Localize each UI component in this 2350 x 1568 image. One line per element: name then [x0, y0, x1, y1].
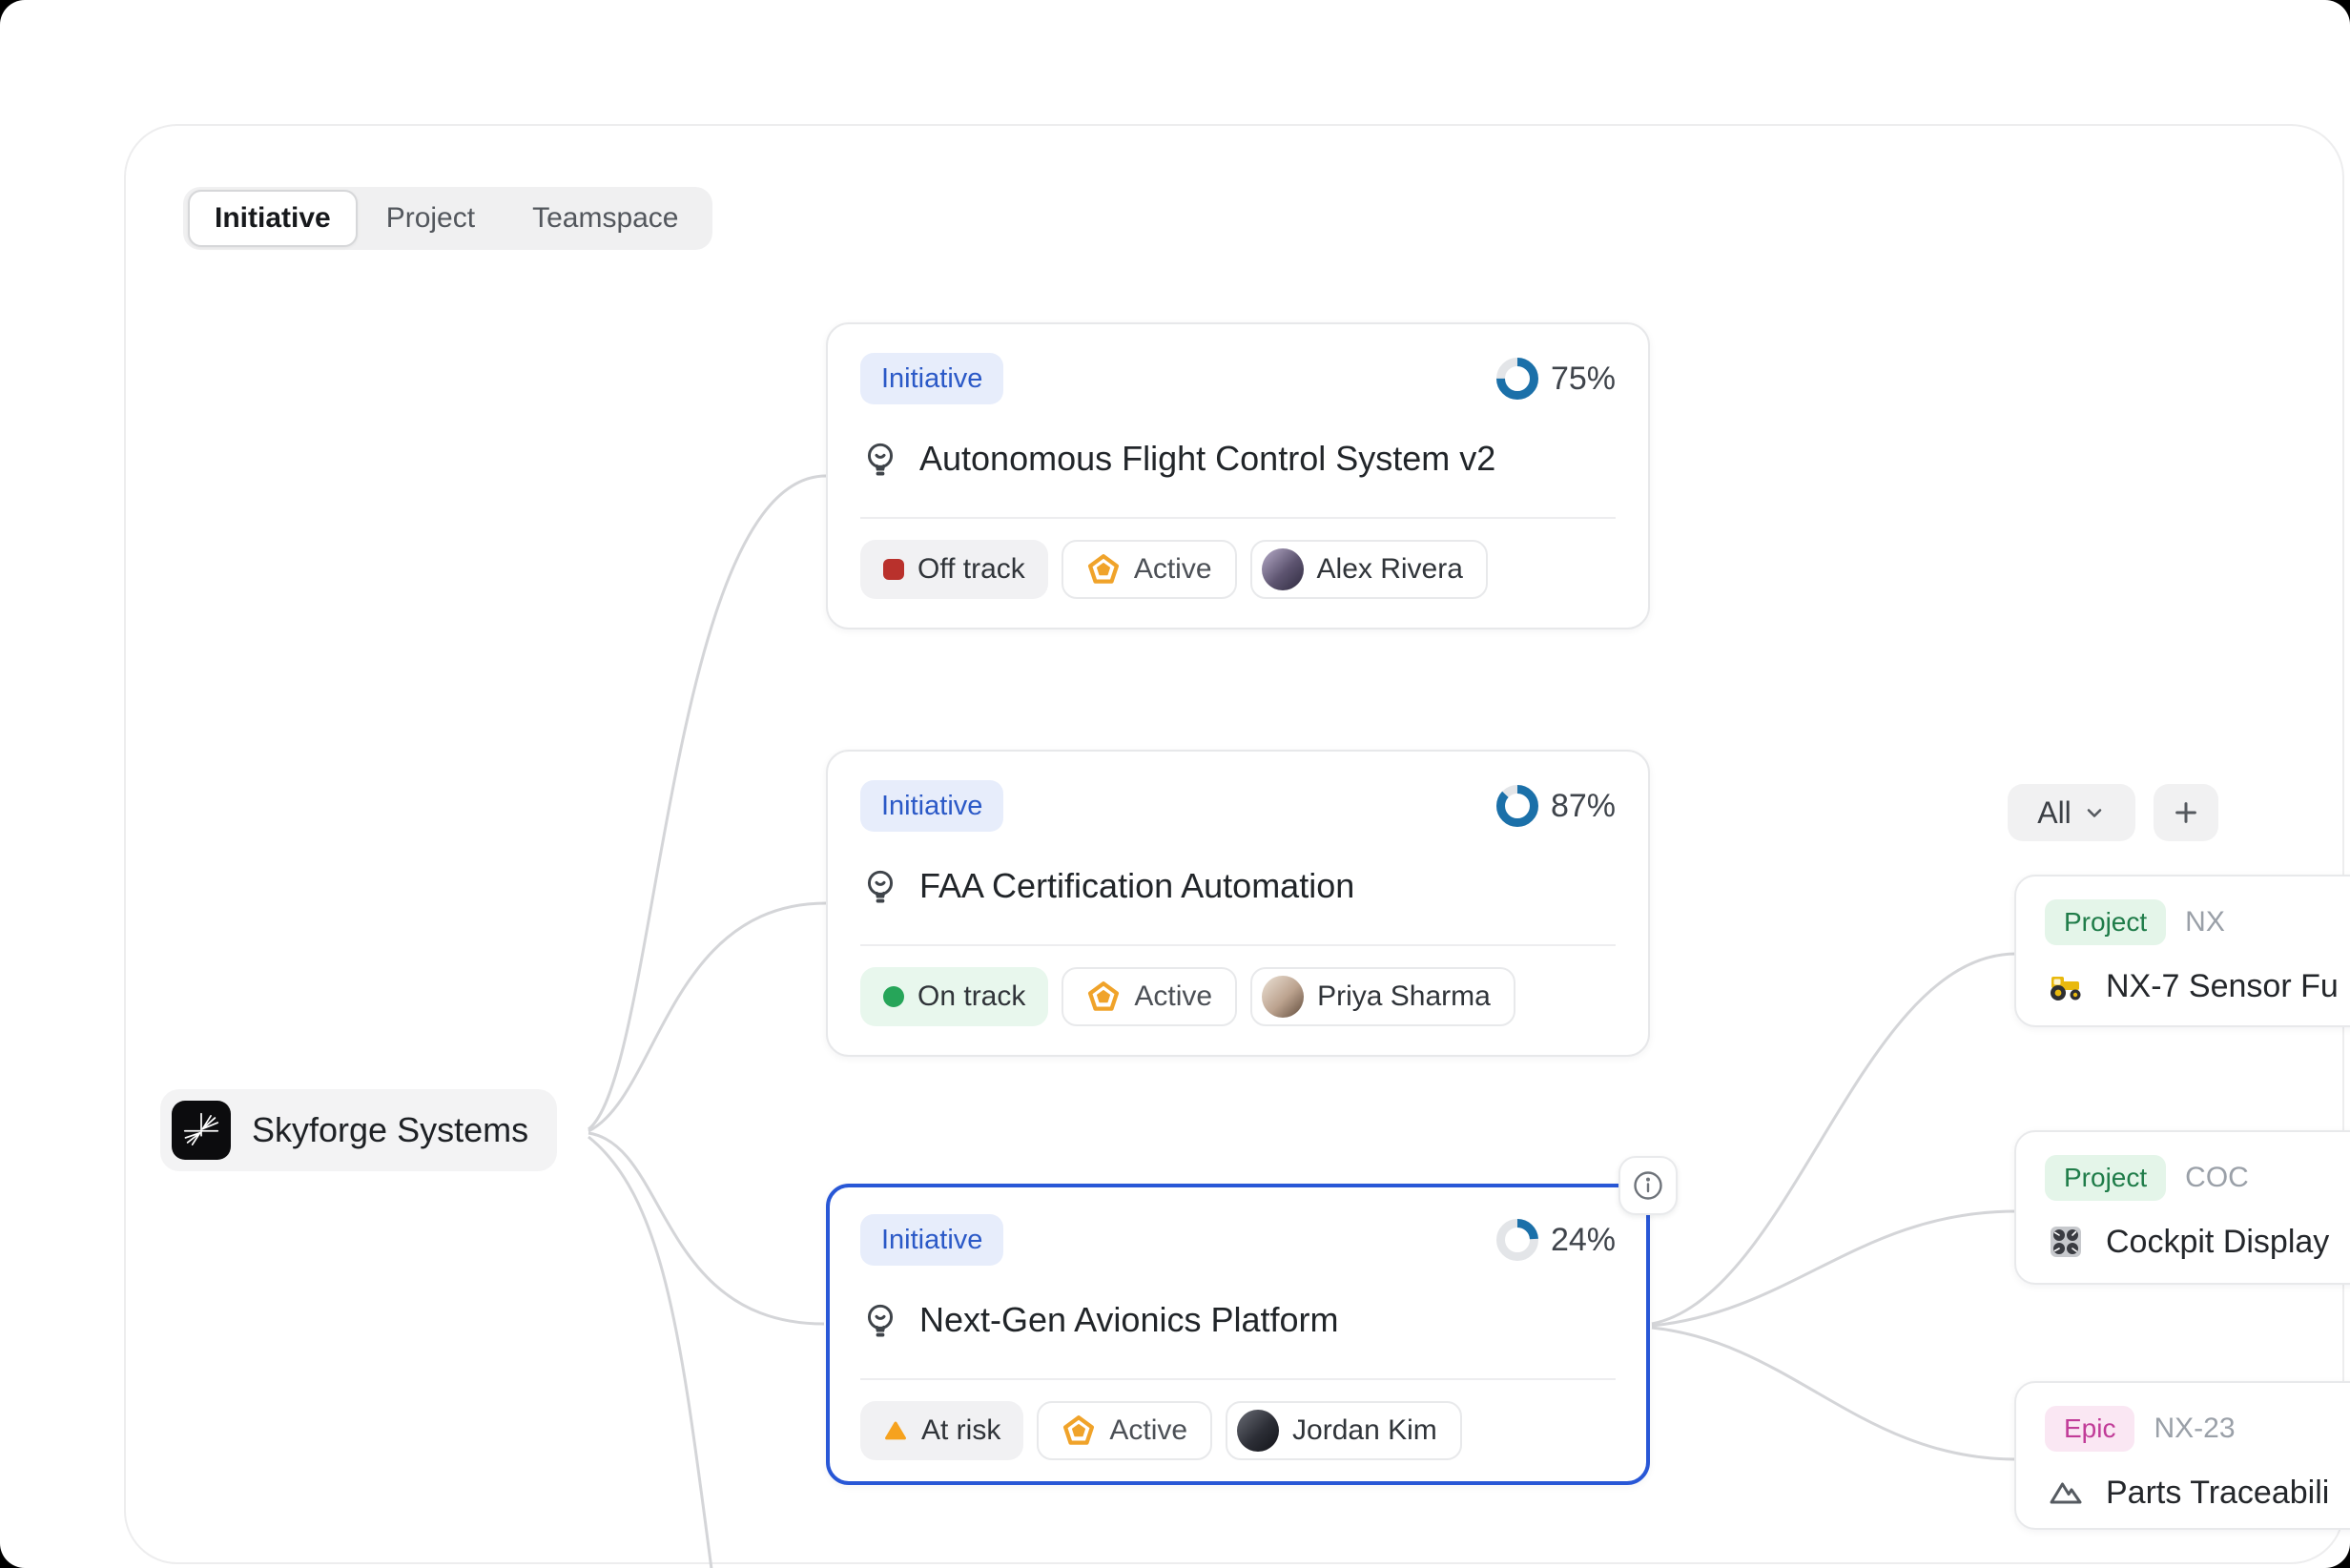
connector-root-to-offscreen — [588, 1137, 713, 1568]
child-card-project-nx[interactable]: Project NX NX-7 Sensor Fu — [2014, 875, 2350, 1027]
app-window: Initiative Project Teamspace Skyforge Sy… — [0, 0, 2350, 1568]
stage-label: Active — [1134, 980, 1212, 1013]
active-pentagon-icon — [1086, 552, 1121, 587]
chevron-down-icon — [2083, 801, 2106, 824]
owner-name: Jordan Kim — [1292, 1414, 1437, 1447]
tab-initiative[interactable]: Initiative — [188, 190, 358, 247]
org-root-label: Skyforge Systems — [252, 1110, 528, 1150]
connector-initiative3-to-child-3 — [1652, 1328, 2016, 1459]
stage-pill-active[interactable]: Active — [1062, 967, 1237, 1026]
status-label: Off track — [917, 553, 1025, 586]
progress-indicator: 87% — [1495, 784, 1616, 828]
lightbulb-icon — [860, 1300, 900, 1340]
project-id: COC — [2185, 1162, 2249, 1194]
tractor-icon — [2045, 965, 2087, 1007]
view-switcher: Initiative Project Teamspace — [183, 187, 712, 250]
plus-icon — [2172, 798, 2200, 827]
status-pill-off-track[interactable]: Off track — [860, 540, 1048, 599]
filter-label: All — [2037, 795, 2072, 831]
owner-name: Priya Sharma — [1317, 980, 1491, 1013]
lightbulb-icon — [860, 439, 900, 479]
card-head: Initiative 24% — [860, 1214, 1616, 1266]
progress-percent: 87% — [1551, 788, 1616, 825]
child-card-project-coc[interactable]: Project COC Cockpit Display — [2014, 1130, 2350, 1285]
initiative-card-2[interactable]: Initiative 87% FAA Certification Automat… — [826, 750, 1650, 1057]
initiative-title: FAA Certification Automation — [919, 866, 1354, 906]
on-track-icon — [883, 986, 904, 1007]
epic-id: NX-23 — [2154, 1413, 2235, 1445]
at-risk-icon — [883, 1418, 908, 1443]
progress-ring-icon — [1495, 357, 1539, 401]
stage-label: Active — [1109, 1414, 1187, 1447]
card-divider — [860, 1378, 1616, 1380]
off-track-icon — [883, 559, 904, 580]
initiative-card-3[interactable]: Initiative 24% Next-Gen Avionics Platfor… — [826, 1184, 1650, 1485]
epic-type-badge: Epic — [2045, 1406, 2134, 1452]
progress-indicator: 24% — [1495, 1218, 1616, 1262]
tab-teamspace[interactable]: Teamspace — [504, 192, 707, 245]
owner-pill[interactable]: Alex Rivera — [1250, 540, 1488, 599]
mountain-icon — [2045, 1472, 2087, 1514]
connector-root-to-initiative-2 — [588, 903, 826, 1131]
avatar — [1237, 1410, 1279, 1452]
card-divider — [860, 944, 1616, 946]
stage-pill-active[interactable]: Active — [1062, 540, 1237, 599]
project-type-badge: Project — [2045, 899, 2166, 945]
lightbulb-icon — [860, 866, 900, 906]
filter-dropdown[interactable]: All — [2008, 784, 2135, 841]
card-head: Initiative 87% — [860, 780, 1616, 832]
info-icon — [1631, 1168, 1665, 1203]
org-root-node[interactable]: Skyforge Systems — [160, 1089, 557, 1171]
project-type-badge: Project — [2045, 1155, 2166, 1201]
card-divider — [860, 517, 1616, 519]
owner-name: Alex Rivera — [1317, 553, 1463, 586]
progress-ring-icon — [1495, 784, 1539, 828]
initiative-title: Next-Gen Avionics Platform — [919, 1300, 1339, 1340]
child-title: Parts Traceabili — [2106, 1475, 2329, 1512]
owner-pill[interactable]: Jordan Kim — [1226, 1401, 1462, 1460]
status-pill-at-risk[interactable]: At risk — [860, 1401, 1023, 1460]
initiative-title: Autonomous Flight Control System v2 — [919, 439, 1495, 479]
info-button[interactable] — [1618, 1156, 1678, 1215]
progress-percent: 24% — [1551, 1222, 1616, 1259]
connector-initiative3-to-child-2 — [1652, 1211, 2016, 1326]
child-title: Cockpit Display — [2106, 1224, 2329, 1261]
initiative-type-badge: Initiative — [860, 353, 1003, 404]
active-pentagon-icon — [1062, 1413, 1096, 1448]
active-pentagon-icon — [1086, 980, 1121, 1014]
initiative-card-1[interactable]: Initiative 75% Autonomous Flight Control… — [826, 322, 1650, 629]
progress-ring-icon — [1495, 1218, 1539, 1262]
owner-pill[interactable]: Priya Sharma — [1250, 967, 1515, 1026]
avatar — [1262, 976, 1304, 1018]
initiative-type-badge: Initiative — [860, 780, 1003, 832]
connector-initiative3-to-child-1 — [1652, 954, 2016, 1324]
stage-label: Active — [1134, 553, 1212, 586]
initiative-type-badge: Initiative — [860, 1214, 1003, 1266]
connector-root-to-initiative-1 — [588, 476, 826, 1129]
tab-project[interactable]: Project — [358, 192, 504, 245]
status-label: At risk — [921, 1414, 1000, 1447]
stage-pill-active[interactable]: Active — [1037, 1401, 1212, 1460]
child-title: NX-7 Sensor Fu — [2106, 968, 2339, 1005]
card-head: Initiative 75% — [860, 353, 1616, 404]
project-id: NX — [2185, 906, 2225, 939]
status-label: On track — [917, 980, 1025, 1013]
progress-percent: 75% — [1551, 361, 1616, 398]
control-knobs-icon — [2045, 1221, 2087, 1263]
skyforge-logo — [172, 1101, 231, 1160]
progress-indicator: 75% — [1495, 357, 1616, 401]
child-card-epic-nx23[interactable]: Epic NX-23 Parts Traceabili — [2014, 1381, 2350, 1530]
add-node-button[interactable] — [2154, 784, 2218, 841]
connector-root-to-initiative-3 — [588, 1133, 824, 1324]
status-pill-on-track[interactable]: On track — [860, 967, 1048, 1026]
avatar — [1262, 548, 1304, 590]
